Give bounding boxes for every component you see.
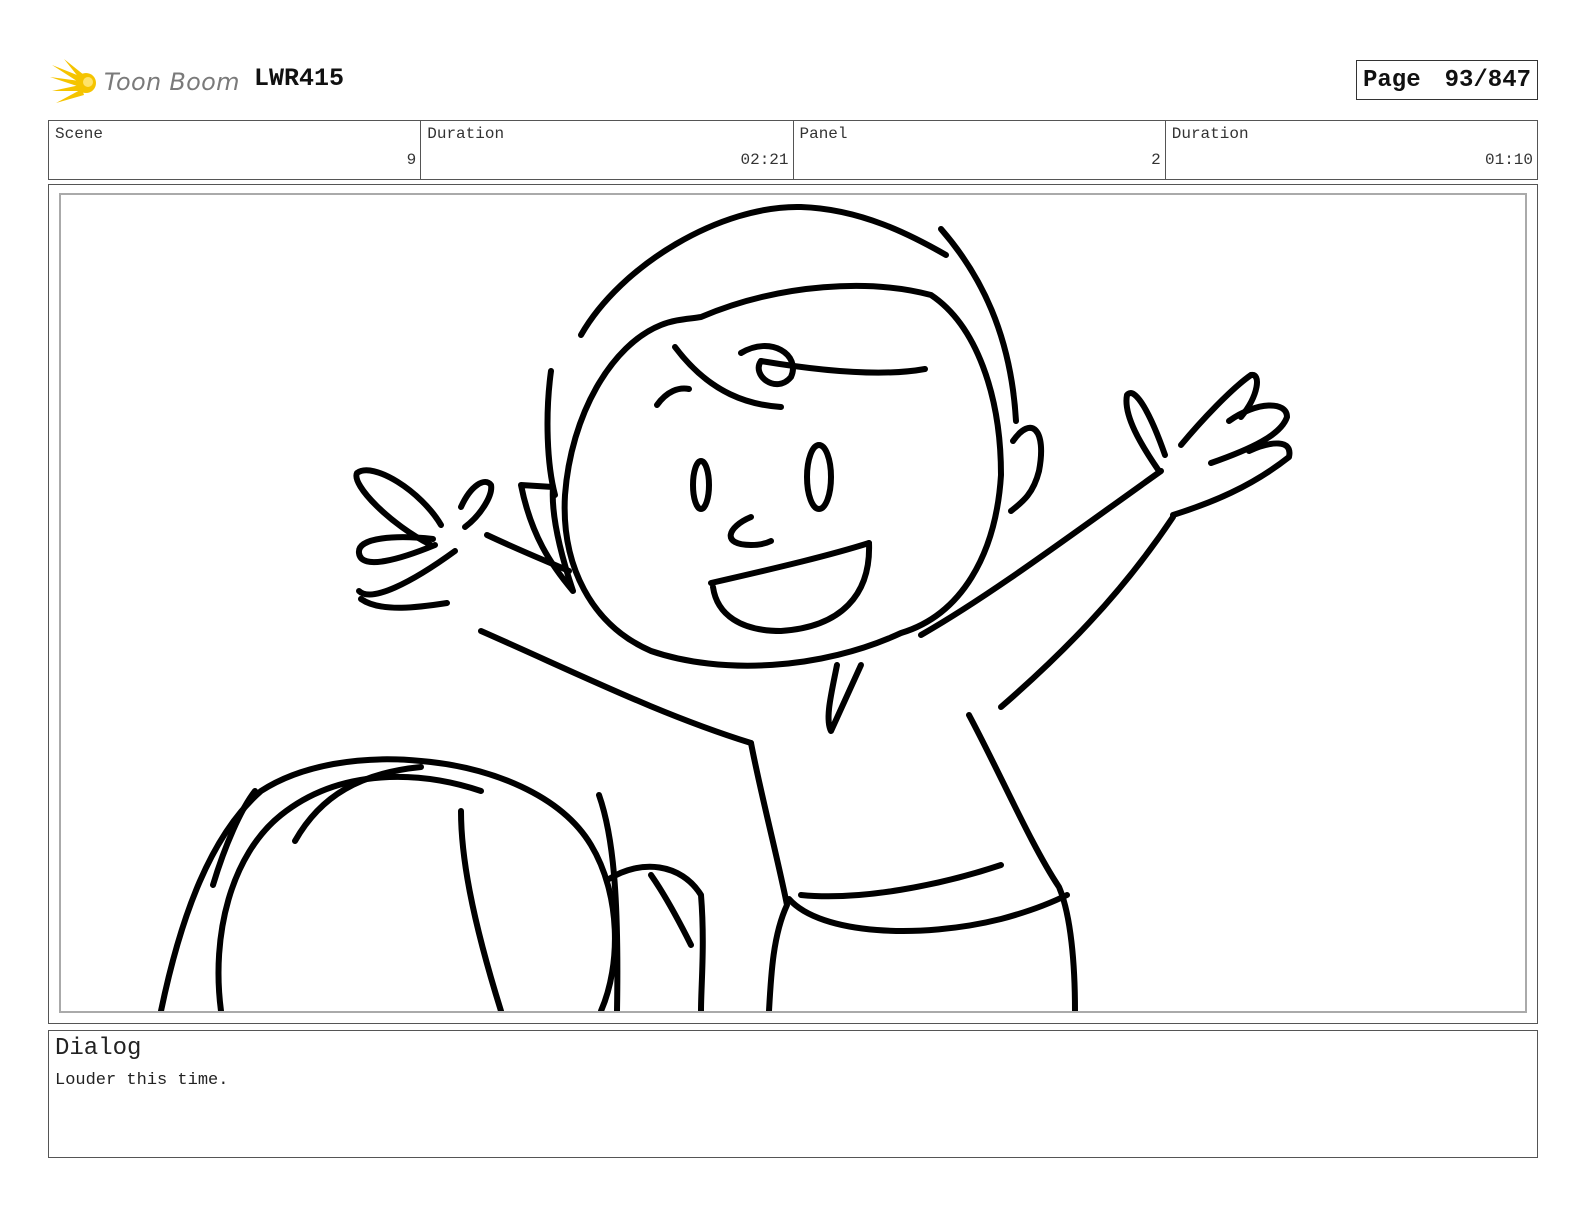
left-hand-thumb2 — [458, 479, 495, 530]
right-arm-upper — [918, 468, 1164, 638]
page-number: 93/847 — [1444, 66, 1531, 94]
head-left-line — [544, 368, 558, 498]
dialog-text: Louder this time. — [55, 1071, 229, 1090]
page-header: Toon Boom LWR415 Page 93/847 — [48, 54, 1538, 110]
waistband — [786, 892, 1070, 934]
panel-duration-label: Duration — [1171, 125, 1249, 143]
toon-boom-star-icon — [50, 59, 96, 103]
panel-duration-cell: Duration 01:10 — [1166, 121, 1537, 179]
hair-back — [938, 226, 1019, 424]
panel-duration-value: 01:10 — [1484, 151, 1533, 169]
panel-info-table: Scene 9 Duration 02:21 Panel 2 Duration … — [48, 120, 1538, 180]
scene-value: 9 — [406, 151, 417, 169]
foreground-shape-outer — [158, 756, 618, 1011]
left-arm-upper — [478, 628, 754, 746]
panel-value: 2 — [1151, 151, 1161, 169]
right-hand-finger3 — [1178, 372, 1260, 448]
storyboard-panel — [48, 184, 1538, 1024]
scene-duration-label: Duration — [427, 125, 505, 143]
smile-bottom — [710, 540, 873, 634]
foreground-back — [458, 808, 504, 1011]
scene-cell: Scene 9 — [49, 121, 422, 179]
left-hand-finger2 — [358, 596, 450, 611]
dialog-box: Dialog Louder this time. — [48, 1030, 1538, 1158]
face-outline — [561, 282, 1004, 669]
right-hand-finger2 — [1208, 402, 1290, 466]
page-indicator: Page 93/847 — [1356, 60, 1538, 100]
dialog-title: Dialog — [55, 1035, 142, 1062]
waist-line — [798, 862, 1004, 900]
panel-cell: Panel 2 — [794, 121, 1166, 179]
right-eye — [804, 442, 834, 512]
left-hand-finger — [356, 534, 438, 565]
scene-label: Scene — [55, 125, 104, 143]
eyebrow — [654, 385, 692, 408]
smile-top — [708, 540, 872, 586]
left-eye — [690, 458, 712, 512]
hair-outline — [578, 203, 949, 338]
foreground-tip — [648, 872, 694, 948]
panel-label: Panel — [799, 125, 848, 143]
project-code: LWR415 — [254, 64, 345, 93]
torso-right — [966, 712, 1078, 1011]
left-hand — [353, 467, 444, 548]
toon-boom-logo: Toon Boom — [50, 54, 240, 110]
page-label: Page — [1363, 66, 1421, 94]
neck — [825, 662, 864, 734]
foreground-shape-inner — [215, 773, 484, 1011]
storyboard-sketch — [158, 203, 1293, 1011]
scene-duration-cell: Duration 02:21 — [421, 121, 794, 179]
panel-drawing-area — [59, 193, 1527, 1013]
nose — [727, 514, 774, 548]
right-arm-lower — [998, 514, 1176, 710]
scene-duration-value: 02:21 — [740, 151, 789, 169]
right-hand — [1123, 390, 1168, 474]
torso-left — [748, 740, 790, 1011]
right-ear — [1008, 425, 1045, 514]
fringe-line — [758, 358, 928, 376]
logo-text: Toon Boom — [104, 68, 240, 96]
